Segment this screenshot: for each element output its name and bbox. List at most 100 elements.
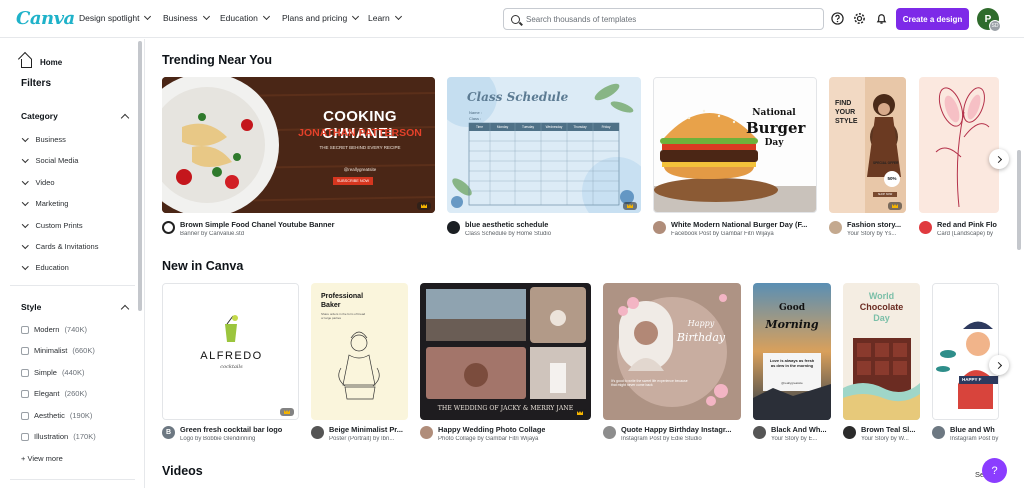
gear-icon[interactable] — [853, 12, 866, 25]
help-button[interactable]: ? — [982, 458, 1007, 483]
template-caption[interactable]: Black And Wh... Your Story by E... — [753, 425, 833, 442]
category-business[interactable]: Business — [22, 134, 66, 144]
template-caption[interactable]: Fashion story... Your Story by Ys... — [829, 220, 909, 237]
template-caption[interactable]: Beige Minimalist Pr... Poster (Portrait) … — [311, 425, 411, 442]
template-caption[interactable]: B Green fresh cocktail bar logo Logo by B… — [162, 425, 302, 442]
checkbox[interactable] — [21, 368, 29, 377]
style-modern[interactable]: Modern (740K) — [21, 325, 87, 334]
checkbox[interactable] — [21, 432, 29, 441]
template-caption[interactable]: Blue and Wh Instagram Post by — [932, 425, 1002, 442]
help-icon[interactable] — [831, 12, 844, 25]
checkbox[interactable] — [21, 389, 29, 398]
creator-icon — [753, 426, 766, 439]
template-card[interactable]: ALFREDO cocktails — [162, 283, 299, 420]
art-col: Thursday — [573, 125, 587, 129]
checkbox[interactable] — [21, 346, 29, 355]
template-title: Quote Happy Birthday Instagr... — [621, 425, 732, 434]
template-caption[interactable]: Red and Pink Flo Card (Landscape) by — [919, 220, 999, 237]
page-scrollbar[interactable] — [1017, 150, 1021, 250]
template-caption[interactable]: Brown Simple Food Chanel Youtube Banner B… — [162, 220, 437, 237]
sidebar-scrollbar[interactable] — [138, 41, 142, 311]
art-subtitle: It's good to write the sweet life experi… — [611, 379, 688, 388]
art-title-line: STYLE — [835, 118, 858, 125]
category-label: Marketing — [35, 199, 69, 208]
chevron-down-icon — [22, 177, 29, 185]
style-count: (170K) — [73, 432, 96, 441]
style-aesthetic[interactable]: Aesthetic (190K) — [21, 411, 92, 420]
art-class-field: Class : — [469, 116, 482, 121]
style-label: Aesthetic — [34, 411, 65, 420]
category-marketing[interactable]: Marketing — [22, 198, 69, 208]
template-title: blue aesthetic schedule — [465, 220, 549, 229]
style-simple[interactable]: Simple (440K) — [21, 368, 84, 377]
create-design-button[interactable]: Create a design — [896, 8, 969, 30]
template-caption[interactable]: Brown Teal Sl... Your Story by W... — [843, 425, 923, 442]
category-social-media[interactable]: Social Media — [22, 155, 78, 165]
creator-icon — [162, 221, 175, 234]
checkbox[interactable] — [21, 411, 29, 420]
nav-design-spotlight[interactable]: Design spotlight — [79, 12, 152, 23]
template-title: Happy Wedding Photo Collage — [438, 425, 546, 434]
template-card[interactable]: Class Schedule Name : Class : Time Monda… — [447, 77, 641, 213]
category-video[interactable]: Video — [22, 177, 55, 187]
category-label: Custom Prints — [35, 221, 83, 230]
style-section-title[interactable]: Style — [21, 302, 41, 312]
nav-education[interactable]: Education — [220, 12, 270, 23]
template-title: Blue and Wh — [950, 425, 995, 434]
carousel-next-button[interactable] — [989, 149, 1009, 169]
style-elegant[interactable]: Elegant (260K) — [21, 389, 87, 398]
style-illustration[interactable]: Illustration (170K) — [21, 432, 96, 441]
checkbox[interactable] — [21, 325, 29, 334]
nav-label: Design spotlight — [79, 13, 140, 23]
category-cards-invitations[interactable]: Cards & Invitations — [22, 241, 98, 251]
nav-learn[interactable]: Learn — [368, 12, 402, 23]
category-education[interactable]: Education — [22, 262, 69, 272]
canva-logo[interactable]: Canva — [16, 8, 75, 29]
template-card[interactable] — [919, 77, 999, 213]
template-card[interactable]: World Chocolate Day — [843, 283, 920, 420]
template-card[interactable]: Happy Birthday It's good to write the sw… — [603, 283, 741, 420]
chevron-up-icon[interactable] — [120, 304, 130, 314]
creator-icon — [843, 426, 856, 439]
template-card[interactable]: National Burger Day — [653, 77, 817, 213]
template-card[interactable]: Good Morning Love is always as fresh as … — [753, 283, 831, 420]
template-caption[interactable]: White Modern National Burger Day (F... Fa… — [653, 220, 819, 237]
carousel-next-button[interactable] — [989, 355, 1009, 375]
nav-business[interactable]: Business — [163, 12, 210, 23]
home-link[interactable]: Home — [21, 56, 62, 68]
trending-section-title: Trending Near You — [162, 53, 272, 67]
search-input[interactable]: Search thousands of templates — [503, 8, 824, 30]
template-card[interactable]: THE WEDDING OF JACKY & MERRY JANE — [420, 283, 591, 420]
view-more-link[interactable]: + View more — [21, 454, 63, 463]
chevron-down-icon — [262, 12, 270, 21]
template-card[interactable]: Professional Baker Share orders in the f… — [311, 283, 408, 420]
template-caption[interactable]: Quote Happy Birthday Instagr... Instagram… — [603, 425, 743, 442]
art-subtitle: cocktails — [220, 364, 243, 370]
bell-icon[interactable] — [875, 12, 888, 25]
art-col: Wednesday — [545, 125, 563, 129]
template-caption[interactable]: blue aesthetic schedule Class Schedule by… — [447, 220, 643, 237]
template-thumbnail — [603, 283, 741, 420]
template-card[interactable]: FIND YOUR STYLE SPECIAL OFFER 50% SHOP N… — [829, 77, 906, 213]
art-title-line: YOUR — [835, 109, 856, 116]
template-card[interactable]: COOKING CHHANEL JONATHAN PATTERSON THE S… — [162, 77, 435, 213]
top-navigation: Canva Design spotlight Business Educatio… — [0, 0, 1024, 38]
template-card[interactable]: HAPPY F — [932, 283, 999, 420]
art-site: @reallygreatsite — [781, 381, 803, 385]
art-title-line: Professional — [321, 293, 364, 300]
chevron-up-icon[interactable] — [120, 113, 130, 123]
template-caption[interactable]: Happy Wedding Photo Collage Photo Collage… — [420, 425, 595, 442]
style-count: (260K) — [64, 389, 87, 398]
art-col: Time — [476, 125, 483, 129]
art-title-line2: Birthday — [676, 331, 726, 344]
art-title-line: Baker — [321, 302, 341, 309]
nav-plans-pricing[interactable]: Plans and pricing — [282, 12, 360, 23]
avatar-badge: SD — [989, 20, 1001, 32]
category-custom-prints[interactable]: Custom Prints — [22, 220, 83, 230]
style-minimalist[interactable]: Minimalist (660K) — [21, 346, 95, 355]
art-col: Tuesday — [521, 125, 535, 129]
category-section-title[interactable]: Category — [21, 111, 58, 121]
art-percent: 50% — [884, 171, 900, 187]
art-col: Friday — [601, 125, 611, 129]
style-count: (740K) — [64, 325, 87, 334]
